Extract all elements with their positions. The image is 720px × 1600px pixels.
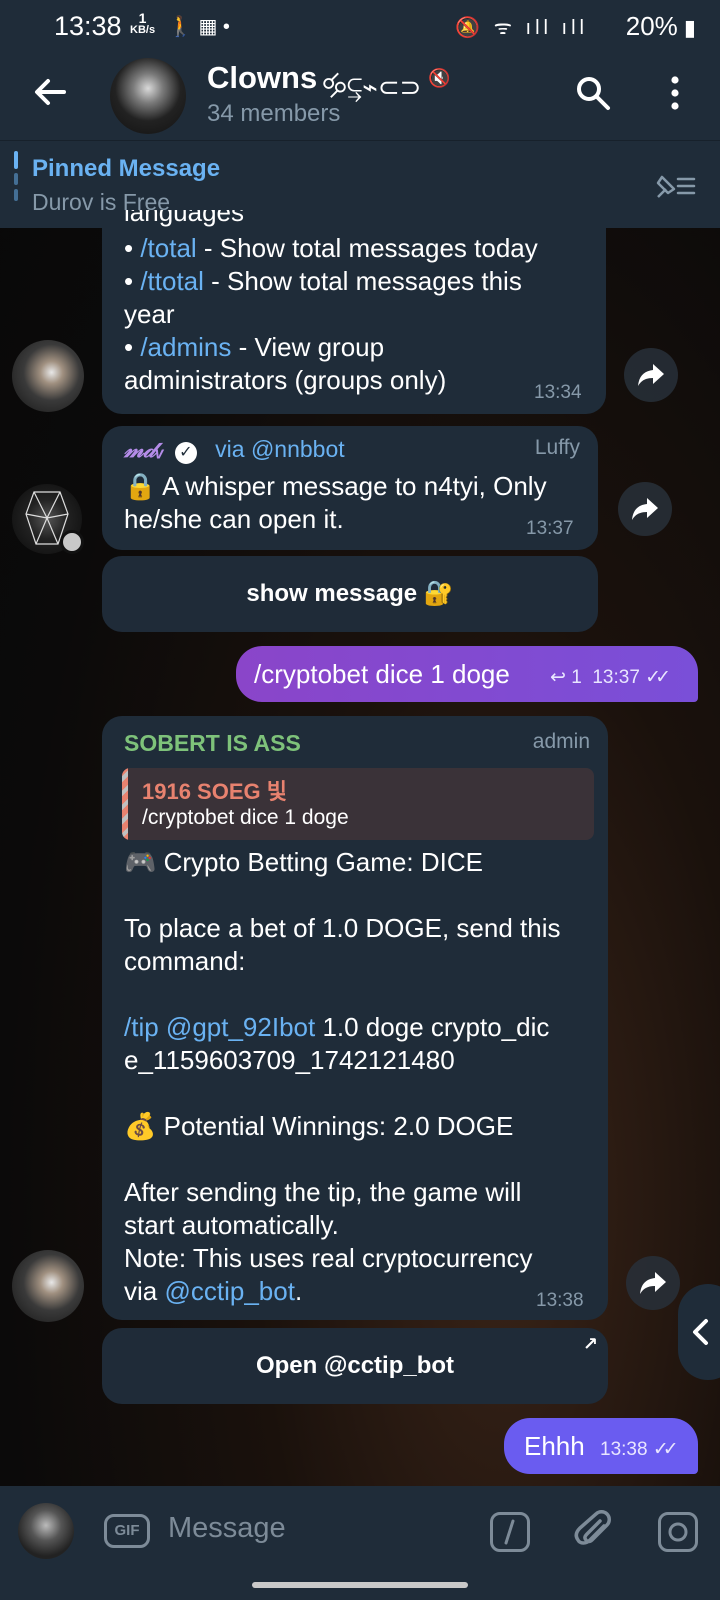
external-link-icon: ↗ — [582, 1334, 598, 1354]
command-link[interactable]: /total — [140, 233, 196, 263]
sender-role: admin — [532, 730, 590, 753]
message-line: he/she can open it. — [124, 504, 344, 534]
via-bot-link[interactable]: @nnbbot — [251, 436, 345, 462]
message-line: administrators (groups only) — [124, 365, 447, 395]
reply-icon: ↩ — [550, 667, 566, 688]
message-meta: ↩ 1 13:37 ✓✓ — [550, 666, 671, 689]
camera-button[interactable] — [658, 1512, 698, 1552]
message-header: 𝓂𝒹ᵥ ✓ via @nnbbot — [124, 436, 345, 464]
sender-rank: Luffy — [534, 436, 580, 459]
message-line: After sending the tip, the game will — [124, 1177, 522, 1207]
bot-command-button[interactable] — [490, 1512, 530, 1552]
bot-mention-link[interactable]: @cctip_bot — [164, 1276, 294, 1306]
message-line: e_1159603709_1742121480 — [124, 1045, 455, 1075]
message-line: To place a bet of 1.0 DOGE, send this — [124, 913, 561, 943]
verified-icon: ✓ — [174, 442, 197, 464]
scroll-side-button[interactable] — [678, 1284, 720, 1380]
online-status-dot — [60, 530, 84, 554]
message-bubble[interactable]: 𝓂𝒹ᵥ ✓ via @nnbbot Luffy 🔒 A whisper mess… — [102, 426, 598, 550]
message-line: 🎮 Crypto Betting Game: DICE — [124, 847, 483, 877]
notification-icons: 🚶 ▦ • — [168, 16, 230, 38]
message-line: /tip @gpt_92Ibot 1.0 doge crypto_dic — [124, 1012, 550, 1042]
muted-icon: 🔇 — [428, 68, 451, 88]
chevron-left-icon — [693, 1319, 708, 1345]
home-indicator[interactable] — [252, 1582, 468, 1588]
sender-avatar[interactable] — [12, 1250, 84, 1322]
message-input[interactable]: Message — [168, 1512, 286, 1545]
read-check-icon: ✓✓ — [645, 667, 671, 688]
message-bubble[interactable]: languages • /total - Show total messages… — [102, 210, 606, 414]
forward-button[interactable] — [626, 1256, 680, 1310]
forward-arrow-icon — [640, 1272, 666, 1294]
slash-icon — [504, 1519, 515, 1545]
message-line: year — [124, 299, 175, 329]
sender-avatar[interactable] — [12, 484, 84, 554]
message-line: Note: This uses real cryptocurrency — [124, 1243, 533, 1273]
open-bot-button[interactable]: Open @cctip_bot ↗ — [102, 1328, 608, 1404]
sender-name[interactable]: 𝓂𝒹ᵥ — [124, 436, 164, 462]
message-line: command: — [124, 946, 246, 976]
camera-icon — [668, 1522, 688, 1542]
back-arrow-icon[interactable] — [30, 72, 70, 112]
message-time: 13:38 — [600, 1439, 648, 1460]
message-line: via @cctip_bot. — [124, 1276, 303, 1306]
message-time: 13:38 — [536, 1290, 584, 1311]
message-text: Ehhh — [524, 1431, 585, 1461]
status-time: 13:38 — [54, 11, 122, 41]
chat-header: Clowns 🝰⥹⌁⊂⊃ 🔇 34 members — [0, 52, 720, 140]
reply-count: 1 — [571, 667, 582, 688]
system-nav-bar — [0, 1572, 720, 1600]
message-line: • /ttotal - Show total messages this — [124, 266, 522, 296]
pinned-label: Pinned Message — [32, 155, 221, 182]
message-time: 13:34 — [534, 382, 582, 403]
sender-avatar[interactable] — [12, 340, 84, 412]
network-speed: 1 KB/s — [130, 10, 156, 36]
forward-button[interactable] — [618, 482, 672, 536]
gif-button[interactable]: GIF — [104, 1514, 150, 1548]
message-text: languages — [124, 210, 244, 227]
send-as-avatar[interactable] — [18, 1503, 74, 1559]
sender-name[interactable]: SOBERT IS ASS — [124, 730, 301, 757]
forward-arrow-icon — [638, 364, 664, 386]
pinned-indicator — [14, 151, 18, 211]
message-text: /cryptobet dice 1 doge — [254, 659, 510, 689]
attach-icon[interactable] — [574, 1510, 614, 1554]
command-link[interactable]: /tip — [124, 1012, 159, 1042]
search-icon[interactable] — [574, 74, 612, 112]
message-bubble[interactable]: SOBERT IS ASS admin 1916 SOEG 빛 /cryptob… — [102, 716, 608, 1320]
chat-title[interactable]: Clowns — [207, 60, 317, 96]
outgoing-message[interactable]: /cryptobet dice 1 doge ↩ 1 13:37 ✓✓ — [236, 646, 698, 702]
read-check-icon: ✓✓ — [652, 1439, 679, 1460]
message-time: 13:37 — [526, 518, 574, 539]
message-line: • /total - Show total messages today — [124, 233, 538, 263]
message-line: start automatically. — [124, 1210, 339, 1240]
message-input-bar: GIF Message — [0, 1486, 720, 1572]
command-link[interactable]: /ttotal — [140, 266, 204, 296]
member-count: 34 members — [207, 100, 341, 127]
reply-quote[interactable]: 1916 SOEG 빛 /cryptobet dice 1 doge — [122, 768, 594, 840]
reply-text: /cryptobet dice 1 doge — [142, 806, 349, 829]
message-meta: 13:38 ✓✓ — [600, 1438, 679, 1461]
group-avatar[interactable] — [110, 58, 186, 134]
status-bar: 13:38 1 KB/s 🚶 ▦ • 🔕 ᯤ ıll ıll 20% ▮ — [0, 0, 720, 52]
bot-mention-link[interactable]: @gpt_92Ibot — [166, 1012, 315, 1042]
message-line: • /admins - View group — [124, 332, 385, 362]
command-link[interactable]: /admins — [140, 332, 231, 362]
outgoing-message[interactable]: Ehhh 13:38 ✓✓ — [504, 1418, 698, 1474]
battery-level: 20% ▮ — [625, 11, 696, 41]
signal-icons: 🔕 ᯤ ıll ıll — [455, 17, 588, 39]
message-line: 🔒 A whisper message to n4tyi, Only — [124, 471, 547, 501]
forward-button[interactable] — [624, 348, 678, 402]
show-message-button[interactable]: show message 🔐 — [102, 556, 598, 632]
message-line: 💰 Potential Winnings: 2.0 DOGE — [124, 1111, 514, 1141]
message-time: 13:37 — [592, 667, 640, 688]
reply-sender: 1916 SOEG 빛 — [142, 779, 287, 804]
pinned-list-icon[interactable] — [654, 171, 698, 201]
more-options-icon[interactable] — [660, 74, 690, 112]
forward-arrow-icon — [632, 498, 658, 520]
